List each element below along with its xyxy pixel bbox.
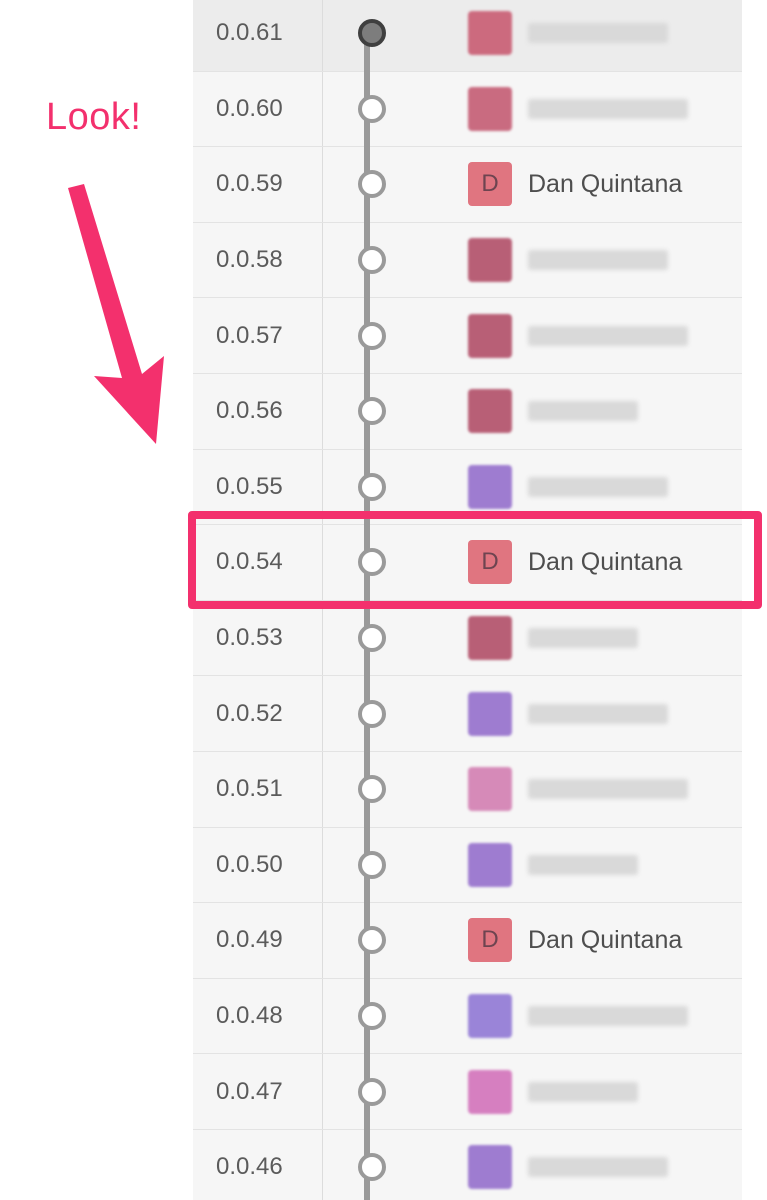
timeline-node-icon [358,1153,386,1182]
author-name-redacted [528,703,668,724]
version-row[interactable]: 0.0.57 [193,298,742,374]
author [413,72,688,147]
timeline-node-icon [358,397,386,426]
version-row[interactable]: 0.0.52 [193,676,742,752]
version-number: 0.0.46 [193,1129,323,1200]
timeline-node-icon [358,850,386,879]
version-number: 0.0.58 [193,222,323,298]
author [413,601,638,676]
version-number: 0.0.50 [193,827,323,903]
version-number: 0.0.47 [193,1054,323,1129]
author [413,752,688,827]
author [413,298,688,373]
avatar [468,313,512,358]
timeline-head-node-icon [358,19,386,48]
author-name-redacted [528,23,668,44]
author-name-redacted [528,628,638,649]
version-row[interactable]: 0.0.51 [193,751,742,828]
avatar: D [468,918,512,963]
author-name-redacted [528,1081,638,1102]
author [413,223,668,298]
avatar [468,389,512,434]
author-name-redacted [528,1157,668,1178]
avatar [468,11,512,56]
avatar [468,994,512,1039]
version-number: 0.0.51 [193,751,323,827]
version-number: 0.0.56 [193,373,323,449]
timeline-node-icon [358,1077,386,1106]
avatar [468,464,512,509]
author-name-redacted [528,250,668,271]
avatar [468,691,512,736]
version-number: 0.0.60 [193,71,323,147]
author-name-redacted [528,854,638,875]
avatar: D [468,162,512,207]
author-name: Dan Quintana [528,169,683,198]
author-name-redacted [528,1006,688,1027]
avatar [468,767,512,812]
version-number: 0.0.52 [193,676,323,751]
version-row[interactable]: 0.0.49 D Dan Quintana [193,903,742,979]
version-number: 0.0.49 [193,903,323,978]
version-row[interactable]: 0.0.56 [193,373,742,450]
annotation-label: Look! [46,96,142,138]
author: D Dan Quintana [413,147,682,222]
version-row[interactable]: 0.0.60 [193,71,742,148]
author [413,676,668,751]
author [413,1054,638,1129]
version-row[interactable]: 0.0.47 [193,1054,742,1130]
highlight-box [188,511,762,609]
author-name-redacted [528,98,688,119]
version-number: 0.0.48 [193,978,323,1054]
timeline-node-icon [358,170,386,199]
timeline-node-icon [358,926,386,955]
timeline-node-icon [358,321,386,350]
version-number: 0.0.57 [193,298,323,373]
version-row[interactable]: 0.0.61 [193,0,742,72]
avatar [468,1145,512,1190]
author [413,1130,668,1200]
version-number: 0.0.59 [193,147,323,222]
avatar [468,616,512,661]
annotation-arrow-icon [68,184,164,444]
version-row[interactable]: 0.0.58 [193,222,742,299]
author-name-redacted [528,476,668,497]
timeline-node-icon [358,94,386,123]
timeline-node-icon [358,775,386,804]
timeline-node-icon [358,699,386,728]
timeline-node-icon [358,472,386,501]
version-row[interactable]: 0.0.53 [193,600,742,677]
avatar [468,238,512,283]
version-number: 0.0.61 [193,0,323,71]
version-row[interactable]: 0.0.48 [193,978,742,1055]
author-name: Dan Quintana [528,925,683,954]
author [413,0,668,71]
author [413,374,638,449]
avatar [468,842,512,887]
author-name-redacted [528,401,638,422]
version-number: 0.0.53 [193,600,323,676]
timeline-node-icon [358,1002,386,1031]
version-row[interactable]: 0.0.59 D Dan Quintana [193,147,742,223]
timeline-node-icon [358,246,386,275]
avatar [468,1069,512,1114]
timeline-node-icon [358,624,386,653]
version-row[interactable]: 0.0.50 [193,827,742,904]
author [413,828,638,903]
author-name-redacted [528,325,688,346]
author: D Dan Quintana [413,903,682,978]
author [413,979,688,1054]
avatar [468,86,512,131]
version-row[interactable]: 0.0.46 [193,1129,742,1200]
author-name-redacted [528,779,688,800]
